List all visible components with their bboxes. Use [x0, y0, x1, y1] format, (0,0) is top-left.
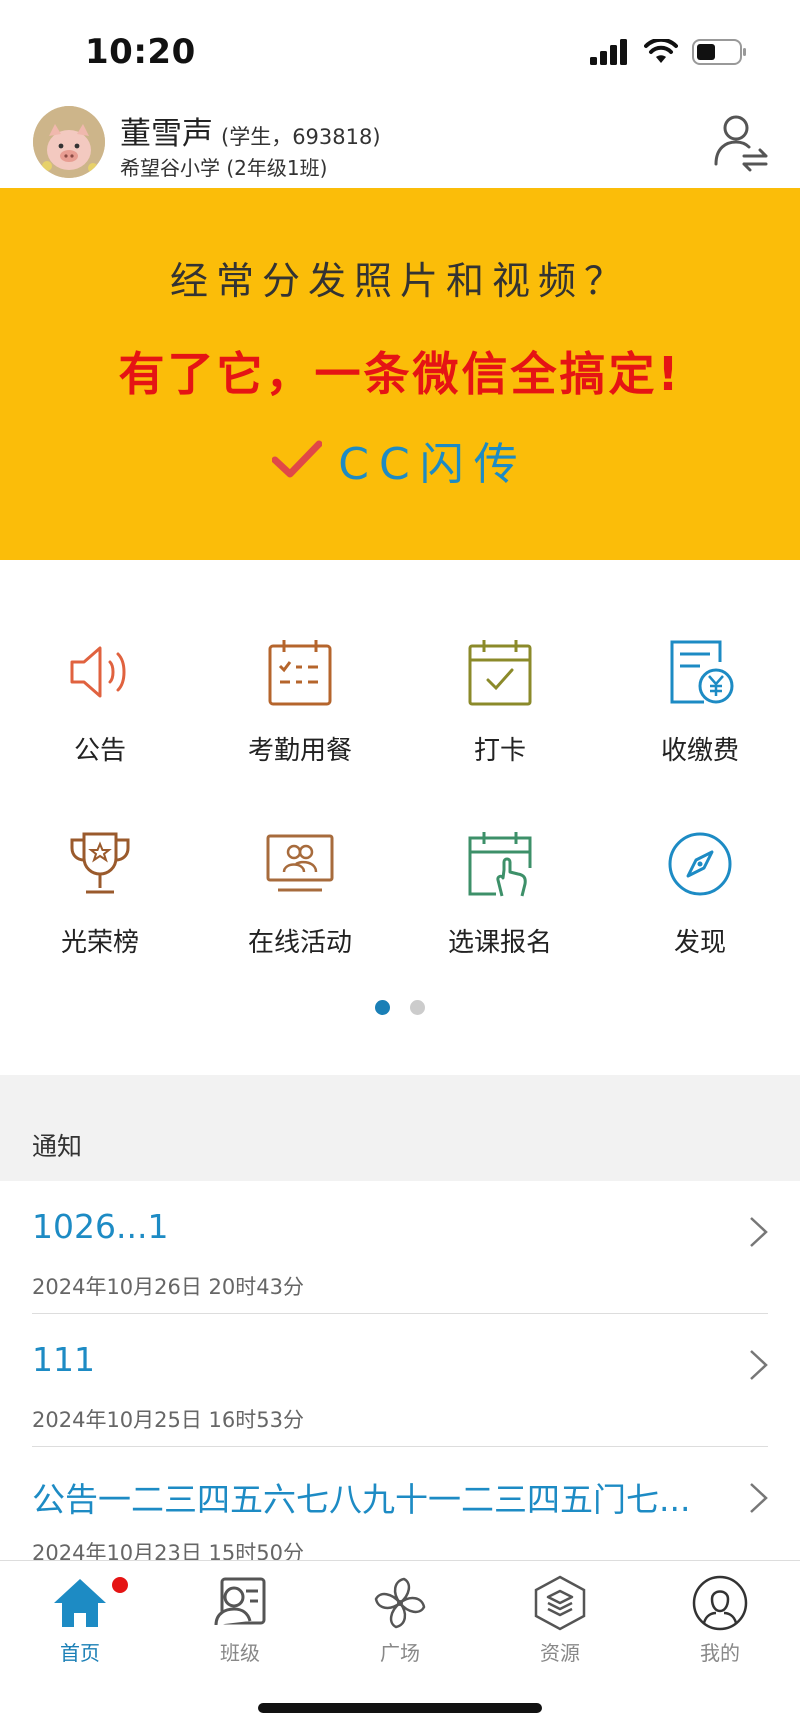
feature-label: 公告 [73, 736, 126, 766]
user-icon [692, 1575, 748, 1631]
feature-label: 在线活动 [247, 928, 352, 958]
profile-meta: (学生，693818) [221, 125, 381, 149]
status-time: 10:20 [85, 32, 196, 72]
tab-plaza[interactable]: 广场 [350, 1575, 450, 1665]
tab-home[interactable]: 首页 [30, 1575, 130, 1665]
feature-label: 收缴费 [660, 736, 739, 766]
signal-icon [590, 39, 627, 65]
switch-user-button[interactable] [714, 112, 770, 172]
feature-label: 选课报名 [447, 928, 552, 958]
status-bar: 10:20 [0, 0, 800, 100]
banner-brand: CC闪传 [338, 439, 528, 490]
feature-grid: 公告 考勤用餐 打卡 收缴费 光荣榜 在线活动 选课报名 发现 [0, 560, 800, 1075]
page-indicator [0, 1000, 800, 1015]
tab-label: 我的 [700, 1641, 740, 1665]
feature-honor-roll[interactable]: 光荣榜 [0, 828, 200, 998]
notice-item[interactable]: 1026...1 2024年10月26日 20时43分 [0, 1181, 800, 1314]
banner-headline: 有了它，一条微信全搞定! [118, 347, 682, 401]
notice-section-header: 通知 [0, 1075, 800, 1181]
feature-course-signup[interactable]: 选课报名 [400, 828, 600, 998]
tab-mine[interactable]: 我的 [670, 1575, 770, 1665]
page-dot-active[interactable] [375, 1000, 390, 1015]
notice-header-label: 通知 [32, 1132, 83, 1161]
class-icon [214, 1577, 266, 1626]
tab-resources[interactable]: 资源 [510, 1575, 610, 1665]
notice-title: 111 [32, 1340, 95, 1379]
layers-icon [534, 1575, 586, 1631]
feature-label: 发现 [673, 928, 726, 958]
pinwheel-icon [374, 1577, 426, 1629]
profile-header: 董雪声 (学生，693818) 希望谷小学 (2年级1班) [0, 100, 800, 188]
profile-name-line: 董雪声 (学生，693818) [120, 108, 381, 153]
notice-title: 公告一二三四五六七八九十一二三四五门七... [32, 1480, 691, 1519]
avatar[interactable] [33, 106, 105, 178]
calendar-list-icon [268, 640, 332, 706]
chevron-right-icon [750, 1217, 768, 1247]
notice-title: 1026...1 [32, 1207, 169, 1246]
calendar-check-icon [468, 640, 532, 706]
feature-discover[interactable]: 发现 [600, 828, 800, 998]
feature-attendance-meal[interactable]: 考勤用餐 [200, 636, 400, 806]
wifi-icon [644, 39, 678, 63]
chevron-right-icon [750, 1350, 768, 1380]
feature-label: 考勤用餐 [247, 736, 352, 766]
profile-name: 董雪声 [120, 116, 213, 152]
notice-list: 1026...1 2024年10月26日 20时43分 111 2024年10月… [0, 1181, 800, 1580]
monitor-people-icon [266, 834, 334, 892]
tab-label: 广场 [380, 1641, 420, 1665]
promo-banner[interactable]: 经常分发照片和视频？ 有了它，一条微信全搞定! CC闪传 [0, 188, 800, 560]
feature-label: 打卡 [473, 736, 526, 766]
banner-question: 经常分发照片和视频？ [169, 259, 630, 303]
home-icon [54, 1579, 106, 1627]
notice-date: 2024年10月26日 20时43分 [32, 1275, 305, 1299]
page-dot[interactable] [410, 1000, 425, 1015]
profile-school: 希望谷小学 (2年级1班) [120, 156, 328, 180]
feature-payment[interactable]: 收缴费 [600, 636, 800, 806]
banner-brand-row: CC闪传 [0, 428, 800, 492]
checkmark-icon [272, 440, 323, 478]
tab-label: 首页 [60, 1641, 100, 1665]
feature-announcement[interactable]: 公告 [0, 636, 200, 806]
speaker-icon [70, 646, 126, 698]
battery-icon [692, 39, 746, 65]
compass-icon [668, 832, 732, 896]
notice-item[interactable]: 111 2024年10月25日 16时53分 [0, 1314, 800, 1447]
trophy-icon [70, 832, 130, 894]
feature-online-activity[interactable]: 在线活动 [200, 828, 400, 998]
calendar-hand-icon [468, 832, 532, 897]
tab-label: 资源 [540, 1641, 580, 1665]
feature-checkin[interactable]: 打卡 [400, 636, 600, 806]
feature-label: 光荣榜 [60, 928, 139, 958]
switch-user-icon [714, 115, 768, 172]
chevron-right-icon [750, 1483, 768, 1513]
notice-date: 2024年10月25日 16时53分 [32, 1408, 305, 1432]
tab-label: 班级 [220, 1641, 260, 1665]
tab-class[interactable]: 班级 [190, 1575, 290, 1665]
payment-doc-icon [670, 640, 734, 704]
notification-badge [112, 1577, 128, 1593]
status-icons [590, 38, 748, 66]
home-indicator [258, 1703, 542, 1713]
